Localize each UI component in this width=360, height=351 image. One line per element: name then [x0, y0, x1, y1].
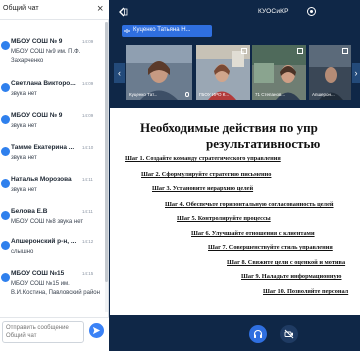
chat-message-list[interactable]: МБОУ СОШ № 9 14:09 МБОУ СОШ №9 им. П.Ф. …	[0, 21, 104, 313]
avatar	[1, 41, 10, 50]
slide-step: Шаг 3. Установите иерархию целей	[152, 185, 254, 192]
slide-step: Шаг 10. Позволяйте персонал	[263, 288, 349, 295]
call-controls	[110, 318, 360, 351]
active-speaker-badge: Куценко Татьяна Н...	[122, 25, 212, 37]
message-author: МБОУ СОШ №15	[11, 270, 65, 277]
avatar	[1, 147, 10, 156]
video-strip: ‹ Куценко Тат... ГБОУ ИРО К... 71 Степан…	[110, 45, 360, 100]
slide-step: Шаг 4. Обеспечьте горизонтальную согласо…	[165, 201, 334, 208]
slide-step: Шаг 7. Совершенствуйте стиль управления	[208, 244, 333, 251]
chat-scrollbar[interactable]	[105, 22, 108, 312]
app-window: Общий чат × МБОУ СОШ № 9 14:09 МБОУ СОШ …	[0, 0, 360, 351]
video-tile[interactable]: Апшерон...	[309, 45, 351, 100]
camera-button[interactable]	[280, 325, 298, 343]
video-tile[interactable]: 71 Степанов...	[252, 45, 306, 100]
audio-button[interactable]	[249, 325, 267, 343]
message-text: звука нет	[11, 187, 37, 193]
message-author: Апшеронский р-н, ...	[11, 238, 77, 245]
shared-screen-slide: Необходимые действия по упр результативн…	[110, 108, 360, 315]
message-author: Белова Е.В	[11, 208, 48, 215]
avatar	[1, 241, 10, 250]
avatar	[1, 273, 10, 282]
scrollbar-thumb[interactable]	[105, 22, 108, 282]
chat-header: Общий чат ×	[0, 0, 109, 20]
slide-step: Шаг 6. Улучшайте отношения с клиентами	[191, 230, 315, 237]
tile-label: Апшерон...	[312, 92, 335, 97]
avatar	[1, 115, 10, 124]
send-icon	[92, 326, 101, 335]
expand-icon[interactable]	[241, 48, 247, 54]
active-speaker-name: Куценко Татьяна Н...	[133, 27, 191, 33]
close-icon[interactable]: ×	[97, 3, 103, 15]
back-icon[interactable]	[118, 7, 128, 17]
headphones-icon	[253, 329, 263, 338]
speaking-icon	[124, 29, 130, 33]
expand-icon[interactable]	[342, 48, 348, 54]
message-author: Наталья Морозова	[11, 176, 72, 183]
slide-step: Шаг 9. Наладьте информационную	[241, 273, 342, 280]
conference-panel: КУОСиКР Куценко Татьяна Н... ‹ Куценко Т…	[110, 0, 360, 351]
message-author: Тамме Екатерина ...	[11, 144, 75, 151]
mic-icon	[185, 92, 189, 97]
message-time: 14:12	[82, 239, 94, 244]
message-time: 14:09	[82, 81, 94, 86]
video-tile[interactable]: ГБОУ ИРО К...	[196, 45, 250, 100]
slide-title-line1: Необходимые действия по упр	[140, 120, 318, 135]
tile-label: 71 Степанов...	[255, 92, 286, 97]
message-time: 14:15	[82, 271, 94, 276]
message-author: Светлана Викторо...	[11, 80, 76, 87]
avatar	[1, 179, 10, 188]
message-text: слышно	[11, 249, 34, 255]
conference-topbar: КУОСиКР	[110, 0, 360, 24]
camera-off-icon	[284, 329, 294, 339]
slide-step: Шаг 5. Контролируйте процессы	[177, 215, 271, 222]
strip-next-button[interactable]: ›	[352, 63, 360, 83]
message-time: 14:09	[82, 113, 94, 118]
message-text: МБОУ СОШ №15 им. В.И.Костина, Павловский…	[11, 281, 100, 296]
avatar	[1, 211, 10, 220]
tile-label: ГБОУ ИРО К...	[199, 92, 230, 97]
message-text: звука нет	[11, 123, 37, 129]
tile-label: Куценко Тат...	[129, 92, 158, 97]
message-text: звука нет	[11, 91, 37, 97]
message-time: 14:10	[82, 145, 94, 150]
chat-title: Общий чат	[3, 5, 39, 12]
message-input[interactable]	[2, 321, 84, 343]
message-text: МБОУ СОШ №9 им. П.Ф. Захарченко	[11, 49, 81, 64]
chat-input-area	[0, 317, 109, 351]
chat-panel: Общий чат × МБОУ СОШ № 9 14:09 МБОУ СОШ …	[0, 0, 109, 351]
message-time: 14:09	[82, 39, 94, 44]
message-text: звука нет	[11, 155, 37, 161]
message-time: 14:11	[82, 177, 93, 182]
slide-step: Шаг 2. Сформулируйте стратегию письменно	[141, 171, 272, 178]
message-author: МБОУ СОШ № 9	[11, 38, 63, 45]
slide-title-line2: результативностью	[206, 136, 321, 151]
record-indicator-icon	[307, 7, 316, 16]
expand-icon[interactable]	[297, 48, 303, 54]
room-title: КУОСиКР	[258, 8, 289, 15]
avatar	[1, 83, 10, 92]
video-tile[interactable]: Куценко Тат...	[126, 45, 192, 100]
send-button[interactable]	[89, 323, 104, 338]
slide-step: Шаг 8. Свяжите цели с оценкой и мотива	[227, 259, 346, 266]
message-text: МБОУ СОШ №8 звука нет	[11, 219, 84, 225]
strip-prev-button[interactable]: ‹	[114, 63, 125, 83]
slide-step: Шаг 1. Создайте команду стратегического …	[125, 155, 281, 162]
message-author: МБОУ СОШ № 9	[11, 112, 63, 119]
message-time: 14:11	[82, 209, 93, 214]
